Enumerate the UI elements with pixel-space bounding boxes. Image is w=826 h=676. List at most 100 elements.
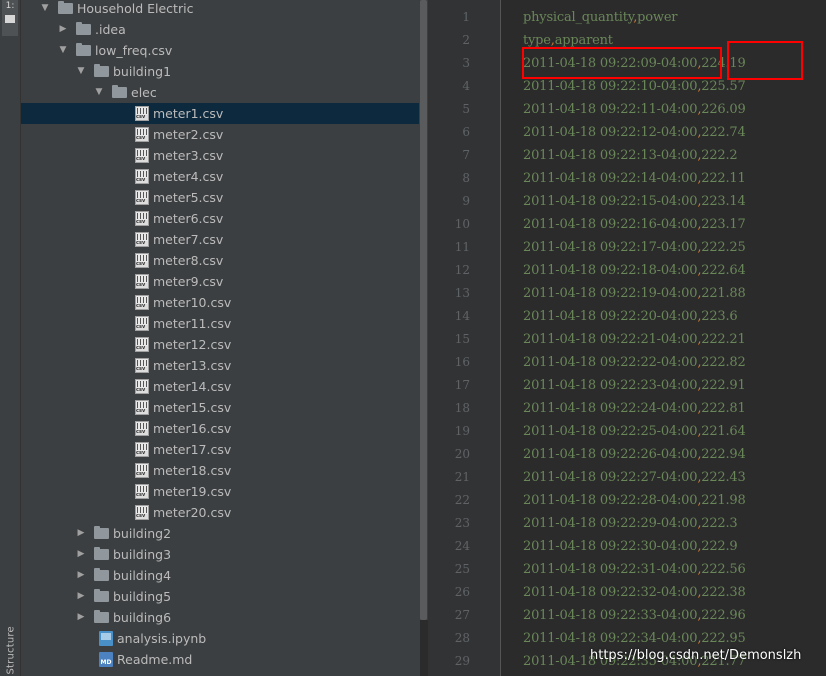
- csv-file-icon: csv: [135, 400, 149, 415]
- code-line[interactable]: 2011-04-18 09:22:34-04:00,222.95: [523, 627, 746, 650]
- csv-icon-text: csv: [136, 199, 148, 204]
- collapsed-arrow-icon[interactable]: ▶: [75, 565, 87, 586]
- collapsed-arrow-icon[interactable]: ▶: [75, 523, 87, 544]
- csv-field-1: 2011-04-18 09:22:32-04:00: [523, 585, 698, 600]
- tree-file-row[interactable]: csv meter8.csv: [21, 250, 420, 271]
- code-editor[interactable]: 1 2 3 4 5 6 7 8 9 10 11 12 13 14 15 16 17 18 19 20 21 22 23 24 2…: [430, 0, 826, 676]
- tree-folder-row[interactable]: ▶ building6: [21, 607, 420, 628]
- folder-icon: [112, 85, 127, 98]
- csv-icon-text: csv: [136, 178, 148, 183]
- code-line[interactable]: 2011-04-18 09:22:31-04:00,222.56: [523, 558, 746, 581]
- tree-file-row[interactable]: csv meter20.csv: [21, 502, 420, 523]
- csv-field-1: 2011-04-18 09:22:20-04:00: [523, 309, 698, 324]
- csv-field-1: 2011-04-18 09:22:24-04:00: [523, 401, 698, 416]
- csv-icon-text: csv: [136, 472, 148, 477]
- expanded-arrow-icon[interactable]: ▼: [75, 61, 87, 82]
- project-tree: ▼ Household Electric ▶ .idea ▼ low_freq.csv ▼ b…: [21, 0, 420, 676]
- code-line[interactable]: 2011-04-18 09:22:30-04:00,222.9: [523, 535, 738, 558]
- code-line[interactable]: 2011-04-18 09:22:21-04:00,222.21: [523, 328, 746, 351]
- project-tool-window-tab[interactable]: 1:: [2, 0, 18, 36]
- tree-file-row[interactable]: csv meter11.csv: [21, 313, 420, 334]
- csv-file-icon: csv: [135, 106, 149, 121]
- tree-folder-row[interactable]: ▼ elec: [21, 82, 420, 103]
- tree-file-row[interactable]: csv meter4.csv: [21, 166, 420, 187]
- line-number: 11: [454, 240, 470, 254]
- tree-item-label: meter20.csv: [153, 505, 232, 520]
- expanded-arrow-icon[interactable]: ▼: [57, 40, 69, 61]
- code-line[interactable]: 2011-04-18 09:22:15-04:00,223.14: [523, 190, 746, 213]
- tree-file-row[interactable]: csv meter5.csv: [21, 187, 420, 208]
- tree-file-row[interactable]: csv meter17.csv: [21, 439, 420, 460]
- tree-file-row[interactable]: csv meter19.csv: [21, 481, 420, 502]
- code-line[interactable]: 2011-04-18 09:22:18-04:00,222.64: [523, 259, 746, 282]
- line-number: 21: [454, 470, 470, 484]
- code-line[interactable]: 2011-04-18 09:22:25-04:00,221.64: [523, 420, 746, 443]
- collapsed-arrow-icon[interactable]: ▶: [75, 544, 87, 565]
- code-line[interactable]: 2011-04-18 09:22:22-04:00,222.82: [523, 351, 746, 374]
- tree-file-row[interactable]: csv meter18.csv: [21, 460, 420, 481]
- csv-icon-text: csv: [136, 115, 148, 120]
- tree-file-row[interactable]: csv meter6.csv: [21, 208, 420, 229]
- tree-file-row[interactable]: csv meter9.csv: [21, 271, 420, 292]
- tree-file-row[interactable]: csv meter12.csv: [21, 334, 420, 355]
- project-tree-scrollbar[interactable]: [419, 0, 428, 620]
- csv-icon-text: csv: [136, 136, 148, 141]
- csv-file-icon: csv: [135, 316, 149, 331]
- tree-folder-row[interactable]: ▼ low_freq.csv: [21, 40, 420, 61]
- code-line[interactable]: 2011-04-18 09:22:11-04:00,226.09: [523, 98, 746, 121]
- tree-file-row[interactable]: csv meter15.csv: [21, 397, 420, 418]
- tree-item-label: meter5.csv: [153, 190, 224, 205]
- csv-icon-text: csv: [136, 346, 148, 351]
- code-line[interactable]: 2011-04-18 09:22:23-04:00,222.91: [523, 374, 746, 397]
- tree-folder-row[interactable]: ▶ building3: [21, 544, 420, 565]
- expanded-arrow-icon[interactable]: ▼: [93, 82, 105, 103]
- collapsed-arrow-icon[interactable]: ▶: [75, 607, 87, 628]
- scrollbar-thumb[interactable]: [420, 0, 427, 620]
- tree-file-row[interactable]: csv meter13.csv: [21, 355, 420, 376]
- collapsed-arrow-icon[interactable]: ▶: [75, 586, 87, 607]
- csv-icon-text: csv: [136, 283, 148, 288]
- code-line[interactable]: physical_quantity,power: [523, 6, 678, 29]
- tree-folder-row[interactable]: ▶ building4: [21, 565, 420, 586]
- csv-field-2: 226.09: [701, 102, 746, 117]
- expanded-arrow-icon[interactable]: ▼: [39, 0, 51, 19]
- code-line[interactable]: 2011-04-18 09:22:27-04:00,222.43: [523, 466, 746, 489]
- code-line[interactable]: 2011-04-18 09:22:32-04:00,222.38: [523, 581, 746, 604]
- tree-file-row[interactable]: csv meter7.csv: [21, 229, 420, 250]
- code-line[interactable]: 2011-04-18 09:22:12-04:00,222.74: [523, 121, 746, 144]
- tree-folder-row[interactable]: ▼ building1: [21, 61, 420, 82]
- folder-icon: [94, 64, 109, 77]
- tree-item-label: low_freq.csv: [95, 43, 173, 58]
- folder-icon: [58, 1, 73, 14]
- code-line[interactable]: 2011-04-18 09:22:24-04:00,222.81: [523, 397, 746, 420]
- tree-file-row[interactable]: csv meter10.csv: [21, 292, 420, 313]
- code-line[interactable]: 2011-04-18 09:22:14-04:00,222.11: [523, 167, 746, 190]
- csv-field-2: 222.94: [701, 447, 746, 462]
- tree-file-row[interactable]: csv meter3.csv: [21, 145, 420, 166]
- code-line[interactable]: 2011-04-18 09:22:26-04:00,222.94: [523, 443, 746, 466]
- code-line[interactable]: 2011-04-18 09:22:17-04:00,222.25: [523, 236, 746, 259]
- code-line[interactable]: 2011-04-18 09:22:33-04:00,222.96: [523, 604, 746, 627]
- collapsed-arrow-icon[interactable]: ▶: [57, 19, 69, 40]
- tree-file-row[interactable]: MD Readme.md: [21, 649, 420, 670]
- tree-file-row[interactable]: csv meter16.csv: [21, 418, 420, 439]
- tree-file-row[interactable]: analysis.ipynb: [21, 628, 420, 649]
- tree-item-label: meter15.csv: [153, 400, 232, 415]
- csv-file-icon: csv: [135, 379, 149, 394]
- tree-item-label: meter3.csv: [153, 148, 224, 163]
- code-line[interactable]: 2011-04-18 09:22:28-04:00,221.98: [523, 489, 746, 512]
- tree-file-row[interactable]: csv meter2.csv: [21, 124, 420, 145]
- tree-folder-row[interactable]: ▶ building5: [21, 586, 420, 607]
- code-line[interactable]: 2011-04-18 09:22:13-04:00,222.2: [523, 144, 738, 167]
- tree-file-row[interactable]: csv meter14.csv: [21, 376, 420, 397]
- code-line[interactable]: 2011-04-18 09:22:20-04:00,223.6: [523, 305, 738, 328]
- tree-folder-row[interactable]: ▶ building2: [21, 523, 420, 544]
- csv-field-1: 2011-04-18 09:22:28-04:00: [523, 493, 698, 508]
- code-line[interactable]: 2011-04-18 09:22:19-04:00,221.88: [523, 282, 746, 305]
- structure-tool-window-tab[interactable]: Structure: [2, 626, 18, 676]
- tree-folder-row[interactable]: ▼ Household Electric: [21, 0, 420, 19]
- tree-file-row[interactable]: csv meter1.csv: [21, 103, 420, 124]
- tree-folder-row[interactable]: ▶ .idea: [21, 19, 420, 40]
- code-line[interactable]: 2011-04-18 09:22:16-04:00,223.17: [523, 213, 746, 236]
- code-line[interactable]: 2011-04-18 09:22:29-04:00,222.3: [523, 512, 738, 535]
